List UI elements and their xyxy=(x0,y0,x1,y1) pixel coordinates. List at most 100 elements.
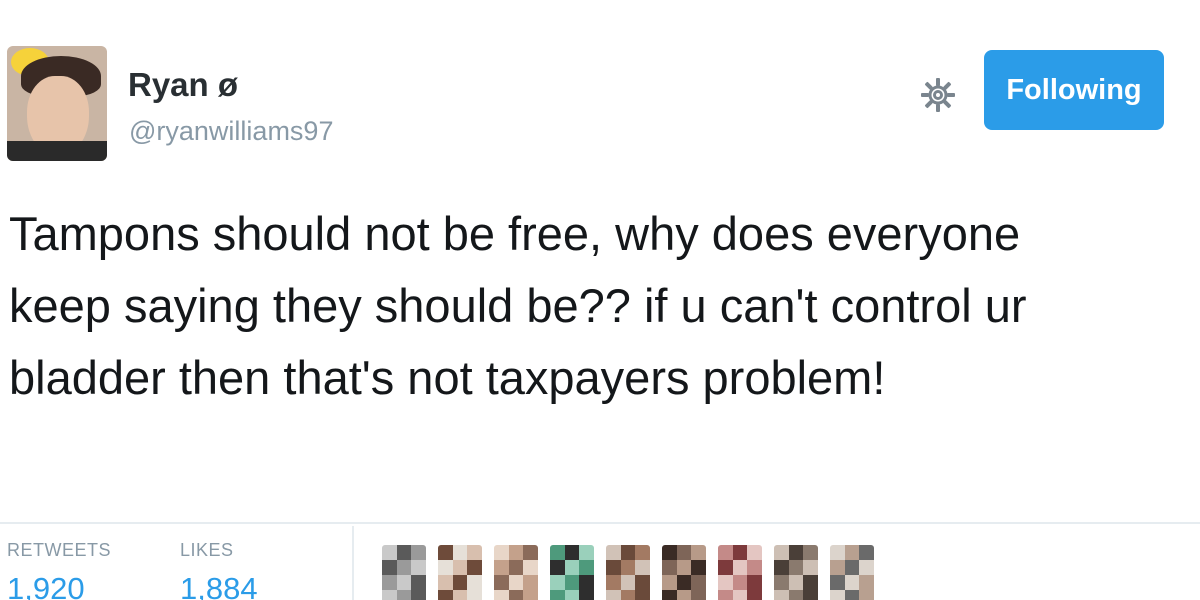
liker-avatar-pixel xyxy=(382,575,397,590)
liker-avatar-pixel xyxy=(564,575,580,590)
liker-avatar-pixel xyxy=(452,590,468,600)
liker-avatar-pixel xyxy=(467,590,482,600)
liker-avatar-pixel xyxy=(747,560,762,575)
liker-avatar-pixel xyxy=(438,560,453,575)
liker-avatar-pixel xyxy=(564,560,580,575)
liker-avatar-pixel xyxy=(550,575,565,590)
liker-avatar-pixel xyxy=(662,590,677,600)
liker-avatar-pixel xyxy=(747,575,762,590)
liker-avatar-pixel xyxy=(382,560,397,575)
liker-avatar-pixel xyxy=(606,560,621,575)
retweets-count: 1,920 xyxy=(7,571,85,600)
following-button[interactable]: Following xyxy=(984,50,1164,130)
liker-avatar-pixel xyxy=(635,590,650,600)
likes-count: 1,884 xyxy=(180,571,258,600)
liker-avatar-pixel xyxy=(452,560,468,575)
liker-avatar[interactable] xyxy=(830,545,874,600)
liker-avatar[interactable] xyxy=(438,545,482,600)
liker-avatar-pixel xyxy=(396,545,412,560)
liker-avatar-pixel xyxy=(830,560,845,575)
liker-avatar[interactable] xyxy=(774,545,818,600)
liker-avatars xyxy=(382,545,912,600)
liker-avatar-pixel xyxy=(635,575,650,590)
liker-avatar[interactable] xyxy=(718,545,762,600)
liker-avatar-pixel xyxy=(844,560,860,575)
liker-avatar[interactable] xyxy=(662,545,706,600)
liker-avatar-pixel xyxy=(830,575,845,590)
liker-avatar-pixel xyxy=(788,590,804,600)
liker-avatar-pixel xyxy=(411,545,426,560)
liker-avatar[interactable] xyxy=(606,545,650,600)
liker-avatar-pixel xyxy=(788,545,804,560)
liker-avatar-pixel xyxy=(396,575,412,590)
liker-avatar-pixel xyxy=(774,590,789,600)
avatar[interactable] xyxy=(7,46,107,161)
liker-avatar-pixel xyxy=(467,560,482,575)
liker-avatar[interactable] xyxy=(382,545,426,600)
liker-avatar-pixel xyxy=(691,545,706,560)
liker-avatar-pixel xyxy=(788,575,804,590)
liker-avatar-pixel xyxy=(550,545,565,560)
liker-avatar-pixel xyxy=(718,560,733,575)
liker-avatar-pixel xyxy=(382,545,397,560)
liker-avatar-pixel xyxy=(620,560,636,575)
user-handle[interactable]: @ryanwilliams97 xyxy=(129,116,333,147)
liker-avatar-pixel xyxy=(662,545,677,560)
liker-avatar-pixel xyxy=(494,545,509,560)
liker-avatar-pixel xyxy=(788,560,804,575)
liker-avatar-pixel xyxy=(452,575,468,590)
liker-avatar-pixel xyxy=(620,575,636,590)
liker-avatar-pixel xyxy=(662,575,677,590)
liker-avatar-pixel xyxy=(508,560,524,575)
liker-avatar-pixel xyxy=(803,545,818,560)
liker-avatar-pixel xyxy=(606,575,621,590)
liker-avatar-pixel xyxy=(494,575,509,590)
liker-avatar-pixel xyxy=(718,590,733,600)
liker-avatar-pixel xyxy=(467,575,482,590)
liker-avatar-pixel xyxy=(859,590,874,600)
liker-avatar-pixel xyxy=(662,560,677,575)
liker-avatar-pixel xyxy=(606,590,621,600)
likes-stat[interactable]: LIKES 1,884 xyxy=(180,540,258,600)
likes-label: LIKES xyxy=(180,540,234,560)
liker-avatar-pixel xyxy=(774,575,789,590)
liker-avatar-pixel xyxy=(523,590,538,600)
stats-vertical-divider xyxy=(352,526,354,600)
liker-avatar-pixel xyxy=(382,590,397,600)
liker-avatar-pixel xyxy=(691,575,706,590)
liker-avatar-pixel xyxy=(579,590,594,600)
retweets-stat[interactable]: RETWEETS 1,920 xyxy=(7,540,111,600)
liker-avatar-pixel xyxy=(550,590,565,600)
liker-avatar-pixel xyxy=(859,545,874,560)
gear-icon[interactable] xyxy=(919,76,957,114)
liker-avatar-pixel xyxy=(803,590,818,600)
liker-avatar-pixel xyxy=(494,560,509,575)
liker-avatar-pixel xyxy=(676,575,692,590)
display-name[interactable]: Ryan ø xyxy=(128,66,238,104)
liker-avatar-pixel xyxy=(803,575,818,590)
liker-avatar-pixel xyxy=(803,560,818,575)
liker-avatar-pixel xyxy=(830,545,845,560)
liker-avatar-pixel xyxy=(774,545,789,560)
liker-avatar-pixel xyxy=(438,545,453,560)
liker-avatar-pixel xyxy=(844,590,860,600)
liker-avatar-pixel xyxy=(691,590,706,600)
liker-avatar-pixel xyxy=(844,545,860,560)
liker-avatar-pixel xyxy=(732,575,748,590)
liker-avatar-pixel xyxy=(438,575,453,590)
liker-avatar-pixel xyxy=(508,545,524,560)
liker-avatar[interactable] xyxy=(550,545,594,600)
liker-avatar[interactable] xyxy=(494,545,538,600)
liker-avatar-pixel xyxy=(635,560,650,575)
liker-avatar-pixel xyxy=(747,590,762,600)
liker-avatar-pixel xyxy=(606,545,621,560)
liker-avatar-pixel xyxy=(732,590,748,600)
liker-avatar-pixel xyxy=(579,545,594,560)
retweets-label: RETWEETS xyxy=(7,540,112,560)
liker-avatar-pixel xyxy=(830,590,845,600)
stats-divider xyxy=(0,522,1200,524)
liker-avatar-pixel xyxy=(732,545,748,560)
liker-avatar-pixel xyxy=(676,590,692,600)
liker-avatar-pixel xyxy=(523,545,538,560)
liker-avatar-pixel xyxy=(747,545,762,560)
